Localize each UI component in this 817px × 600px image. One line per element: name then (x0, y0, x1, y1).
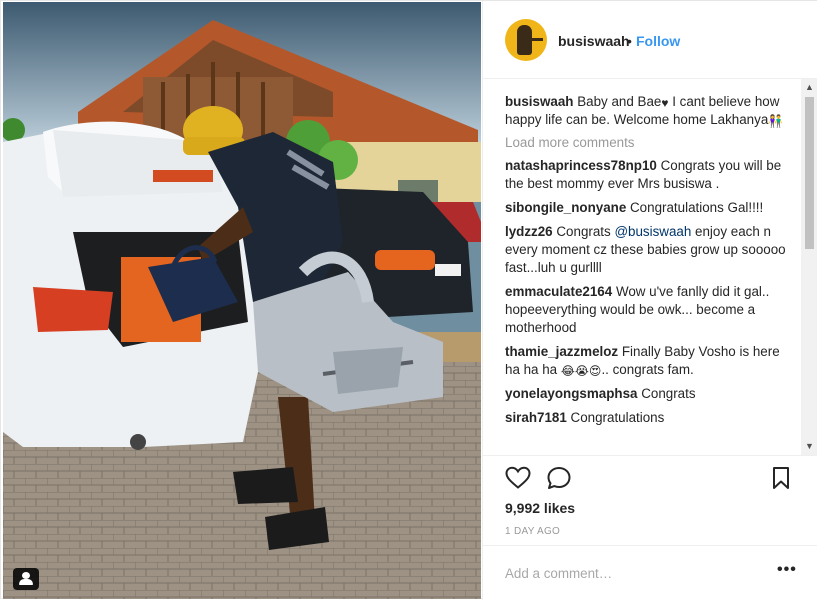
caption-username[interactable]: busiswaah (505, 94, 573, 109)
comment-username[interactable]: natashaprincess78np10 (505, 158, 657, 173)
list-item: sibongile_nonyane Congratulations Gal!!!… (505, 199, 795, 217)
instagram-post: busiswaah • Follow busiswaah Baby and Ba… (0, 0, 817, 600)
post-actions: 9,992 likes 1 DAY AGO (483, 455, 817, 545)
comment-text: Congratulations Gal!!!! (630, 200, 764, 215)
scroll-down-arrow-icon[interactable]: ▼ (801, 438, 817, 455)
avatar-mark (531, 38, 543, 41)
tag-icon-body (19, 579, 33, 585)
comment-text-after: .. congrats fam. (601, 362, 694, 377)
heart-icon[interactable] (505, 466, 531, 490)
bookmark-icon[interactable] (771, 466, 791, 490)
heart-eyes-emoji: 😍 (588, 364, 602, 378)
post-sidebar: busiswaah • Follow busiswaah Baby and Ba… (482, 1, 817, 600)
follow-button[interactable]: Follow (636, 33, 680, 49)
user-tag-icon[interactable] (13, 568, 39, 590)
avatar-figure (517, 25, 532, 55)
photo-illustration (3, 2, 481, 599)
load-more-comments-button[interactable]: Load more comments (505, 135, 795, 150)
more-options-icon[interactable]: ••• (777, 561, 797, 579)
list-item: emmaculate2164 Wow u've fanlly did it ga… (505, 283, 795, 337)
comments-scrollbar[interactable]: ▲ ▼ (801, 79, 817, 455)
post-header: busiswaah • Follow (483, 1, 817, 79)
comment-mention-link[interactable]: @busiswaah (614, 224, 691, 239)
list-item: natashaprincess78np10 Congrats you will … (505, 157, 795, 193)
family-emoji: 👫 (768, 114, 784, 128)
tag-icon-head (22, 572, 30, 579)
comment-username[interactable]: sirah7181 (505, 410, 567, 425)
list-item: thamie_jazzmeloz Finally Baby Vosho is h… (505, 343, 795, 379)
post-photo[interactable] (3, 2, 481, 599)
comment-bubble-icon[interactable] (546, 466, 572, 490)
comment-input[interactable] (505, 562, 755, 584)
face-emoji: 😭 (574, 364, 589, 378)
avatar[interactable] (505, 19, 547, 61)
caption: busiswaah Baby and Bae♥ I cant believe h… (505, 93, 795, 129)
list-item: yonelayongsmaphsa Congrats (505, 385, 795, 403)
list-item: lydzz26 Congrats @busiswaah enjoy each n… (505, 223, 795, 277)
comments-list: busiswaah Baby and Bae♥ I cant believe h… (505, 93, 795, 453)
add-comment-section: ••• (483, 545, 817, 600)
comment-username[interactable]: sibongile_nonyane (505, 200, 626, 215)
header-username[interactable]: busiswaah (558, 33, 630, 49)
comment-username[interactable]: thamie_jazzmeloz (505, 344, 618, 359)
scrollbar-thumb[interactable] (805, 97, 814, 249)
likes-count[interactable]: 9,992 likes (505, 500, 575, 516)
comment-username[interactable]: yonelayongsmaphsa (505, 386, 637, 401)
header-separator: • (627, 33, 632, 49)
comment-username[interactable]: emmaculate2164 (505, 284, 612, 299)
post-timestamp[interactable]: 1 DAY AGO (505, 526, 560, 537)
comment-text: Congrats (641, 386, 696, 401)
comment-text: Congratulations (570, 410, 665, 425)
comment-text-before: Congrats (556, 224, 615, 239)
caption-text: Baby and Bae (577, 94, 662, 109)
comment-username[interactable]: lydzz26 (505, 224, 553, 239)
scroll-up-arrow-icon[interactable]: ▲ (801, 79, 817, 96)
laughing-tears-emoji: 😂 (560, 364, 575, 378)
list-item: sirah7181 Congratulations (505, 409, 795, 427)
